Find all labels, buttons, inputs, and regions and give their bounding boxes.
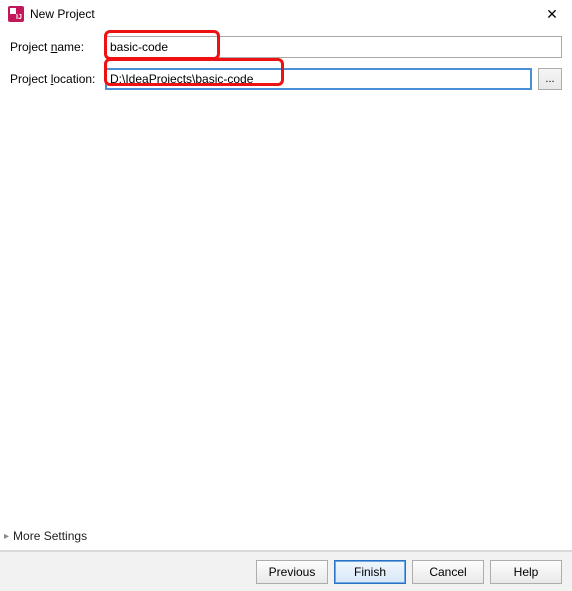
project-location-label: Project location: xyxy=(10,72,105,86)
more-settings-toggle[interactable]: ▸ More Settings xyxy=(4,529,87,543)
cancel-button[interactable]: Cancel xyxy=(412,560,484,584)
dialog-content: Project name: Project location: ... xyxy=(0,28,572,90)
help-button[interactable]: Help xyxy=(490,560,562,584)
close-icon: ✕ xyxy=(546,6,558,23)
app-icon: IJ xyxy=(8,6,24,22)
more-settings-label: More Settings xyxy=(13,529,87,543)
project-location-row: Project location: ... xyxy=(10,68,562,90)
dialog-title: New Project xyxy=(30,7,95,21)
project-name-label: Project name: xyxy=(10,40,105,54)
browse-location-button[interactable]: ... xyxy=(538,68,562,90)
button-bar: Previous Finish Cancel Help xyxy=(0,551,572,591)
svg-text:IJ: IJ xyxy=(16,14,22,21)
project-name-input[interactable] xyxy=(105,36,562,58)
project-name-row: Project name: xyxy=(10,36,562,58)
previous-button[interactable]: Previous xyxy=(256,560,328,584)
titlebar: IJ New Project ✕ xyxy=(0,0,572,28)
finish-button[interactable]: Finish xyxy=(334,560,406,584)
close-button[interactable]: ✕ xyxy=(532,0,572,28)
project-location-input[interactable] xyxy=(105,68,532,90)
chevron-right-icon: ▸ xyxy=(4,531,9,542)
